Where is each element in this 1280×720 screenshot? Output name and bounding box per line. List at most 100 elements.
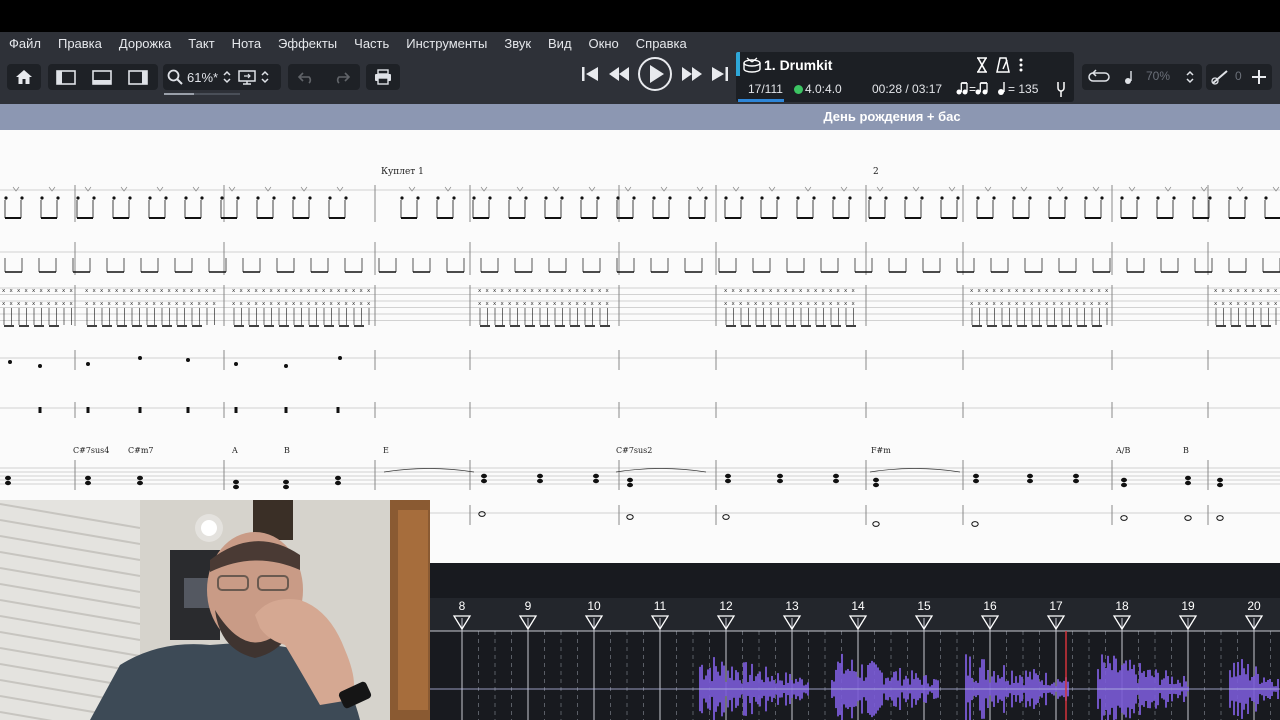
svg-text:x: x — [70, 288, 74, 294]
audio-timeline[interactable]: 8 9 10 11 12 13 14 15 16 17 18 19 20 — [430, 563, 1280, 720]
svg-text:x: x — [769, 288, 773, 294]
layout-left-icon[interactable] — [48, 64, 84, 90]
screen-fit-icon[interactable] — [236, 64, 258, 90]
zoom-icon[interactable] — [163, 64, 187, 90]
menu-effects[interactable]: Эффекты — [278, 36, 337, 51]
svg-text:x: x — [583, 288, 587, 294]
menu-window[interactable]: Окно — [589, 36, 619, 51]
svg-text:x: x — [10, 288, 14, 294]
svg-text:x: x — [145, 301, 149, 307]
measure-label: 17 — [1049, 599, 1063, 613]
svg-text:x: x — [1090, 301, 1094, 307]
svg-text:x: x — [478, 301, 482, 307]
svg-text:x: x — [190, 301, 194, 307]
redo-icon[interactable] — [324, 64, 360, 90]
svg-text:x: x — [508, 301, 512, 307]
svg-text:x: x — [285, 301, 289, 307]
zoom-stepper-icon[interactable] — [218, 64, 236, 90]
transport-controls — [580, 56, 730, 96]
svg-text:x: x — [337, 288, 341, 294]
webcam-overlay — [0, 500, 430, 720]
track-panel[interactable]: 1. Drumkit 17/111 4.0:4.0 00:28 / 03:17 … — [736, 52, 1074, 102]
score-view[interactable]: xxxxxxxxxxxxxxxxxxxxxxxxxxxxxxxxxxxxxxxx… — [0, 130, 1280, 563]
svg-text:x: x — [307, 288, 311, 294]
print-button[interactable] — [366, 64, 400, 90]
svg-text:x: x — [844, 301, 848, 307]
menu-sound[interactable]: Звук — [504, 36, 531, 51]
svg-text:x: x — [754, 301, 758, 307]
time-display: 00:28 / 03:17 — [872, 82, 943, 96]
svg-text:x: x — [1105, 288, 1109, 294]
skip-end-icon[interactable] — [710, 65, 730, 87]
svg-text:x: x — [198, 288, 202, 294]
measure-label: 10 — [587, 599, 601, 613]
skip-start-icon[interactable] — [580, 65, 600, 87]
layout-right-icon[interactable] — [120, 64, 156, 90]
svg-text:x: x — [145, 288, 149, 294]
speed-stepper-icon[interactable] — [1185, 69, 1195, 89]
svg-text:x: x — [40, 301, 44, 307]
speed-value[interactable]: 70% — [1146, 69, 1170, 83]
svg-text:x: x — [32, 301, 36, 307]
score-notation[interactable]: xxxxxxxxxxxxxxxxxxxxxxxxxxxxxxxxxxxxxxxx… — [0, 130, 1280, 563]
menu-bar-item[interactable]: Такт — [188, 36, 214, 51]
svg-text:x: x — [345, 301, 349, 307]
play-icon[interactable] — [637, 56, 673, 96]
svg-text:x: x — [1015, 301, 1019, 307]
rewind-icon[interactable] — [607, 65, 631, 87]
layout-center-icon[interactable] — [84, 64, 120, 90]
svg-text:x: x — [739, 288, 743, 294]
svg-text:x: x — [807, 301, 811, 307]
menu-track[interactable]: Дорожка — [119, 36, 171, 51]
measure-label: 19 — [1181, 599, 1195, 613]
tuning-fork-icon[interactable] — [1056, 80, 1066, 101]
svg-text:x: x — [822, 301, 826, 307]
home-button[interactable] — [7, 64, 41, 90]
svg-text:x: x — [123, 288, 127, 294]
svg-text:x: x — [315, 301, 319, 307]
svg-text:x: x — [978, 288, 982, 294]
score-title: День рождения + бас — [823, 109, 961, 124]
menu-edit[interactable]: Правка — [58, 36, 102, 51]
menu-note[interactable]: Нота — [232, 36, 261, 51]
pitch-value[interactable]: 0 — [1235, 69, 1242, 83]
menu-file[interactable]: Файл — [9, 36, 41, 51]
chord-label: C#7sus2 — [616, 446, 652, 455]
undo-icon[interactable] — [288, 64, 324, 90]
svg-text:x: x — [970, 301, 974, 307]
svg-text:x: x — [598, 288, 602, 294]
svg-text:x: x — [360, 288, 364, 294]
svg-text:x: x — [576, 288, 580, 294]
metronome-icon[interactable] — [996, 57, 1010, 77]
svg-text:x: x — [486, 288, 490, 294]
zoom-value[interactable]: 61%* — [187, 70, 218, 85]
guitar-pitch-icon[interactable] — [1210, 69, 1230, 89]
menu-view[interactable]: Вид — [548, 36, 572, 51]
timeline-canvas[interactable]: 8 9 10 11 12 13 14 15 16 17 18 19 20 — [430, 563, 1280, 720]
svg-text:x: x — [40, 288, 44, 294]
status-dot — [794, 85, 803, 94]
svg-text:x: x — [1000, 301, 1004, 307]
measure-number: 2 — [873, 167, 879, 177]
svg-text:x: x — [160, 301, 164, 307]
svg-text:x: x — [1075, 288, 1079, 294]
more-options-icon[interactable] — [1018, 57, 1024, 77]
svg-text:x: x — [486, 301, 490, 307]
menu-tools[interactable]: Инструменты — [406, 36, 487, 51]
loop-icon[interactable] — [1088, 69, 1110, 89]
zoom-slider[interactable] — [164, 93, 194, 95]
svg-text:x: x — [1008, 288, 1012, 294]
svg-text:x: x — [32, 288, 36, 294]
add-track-icon[interactable] — [1250, 68, 1268, 90]
svg-text:x: x — [546, 288, 550, 294]
fit-stepper-icon[interactable] — [258, 64, 272, 90]
fast-forward-icon[interactable] — [680, 65, 704, 87]
svg-text:x: x — [10, 301, 14, 307]
menu-help[interactable]: Справка — [636, 36, 687, 51]
menu-section[interactable]: Часть — [354, 36, 389, 51]
svg-text:x: x — [168, 288, 172, 294]
svg-text:x: x — [345, 288, 349, 294]
hourglass-icon[interactable] — [976, 57, 988, 77]
svg-text:x: x — [807, 288, 811, 294]
measure-label: 11 — [654, 599, 667, 613]
